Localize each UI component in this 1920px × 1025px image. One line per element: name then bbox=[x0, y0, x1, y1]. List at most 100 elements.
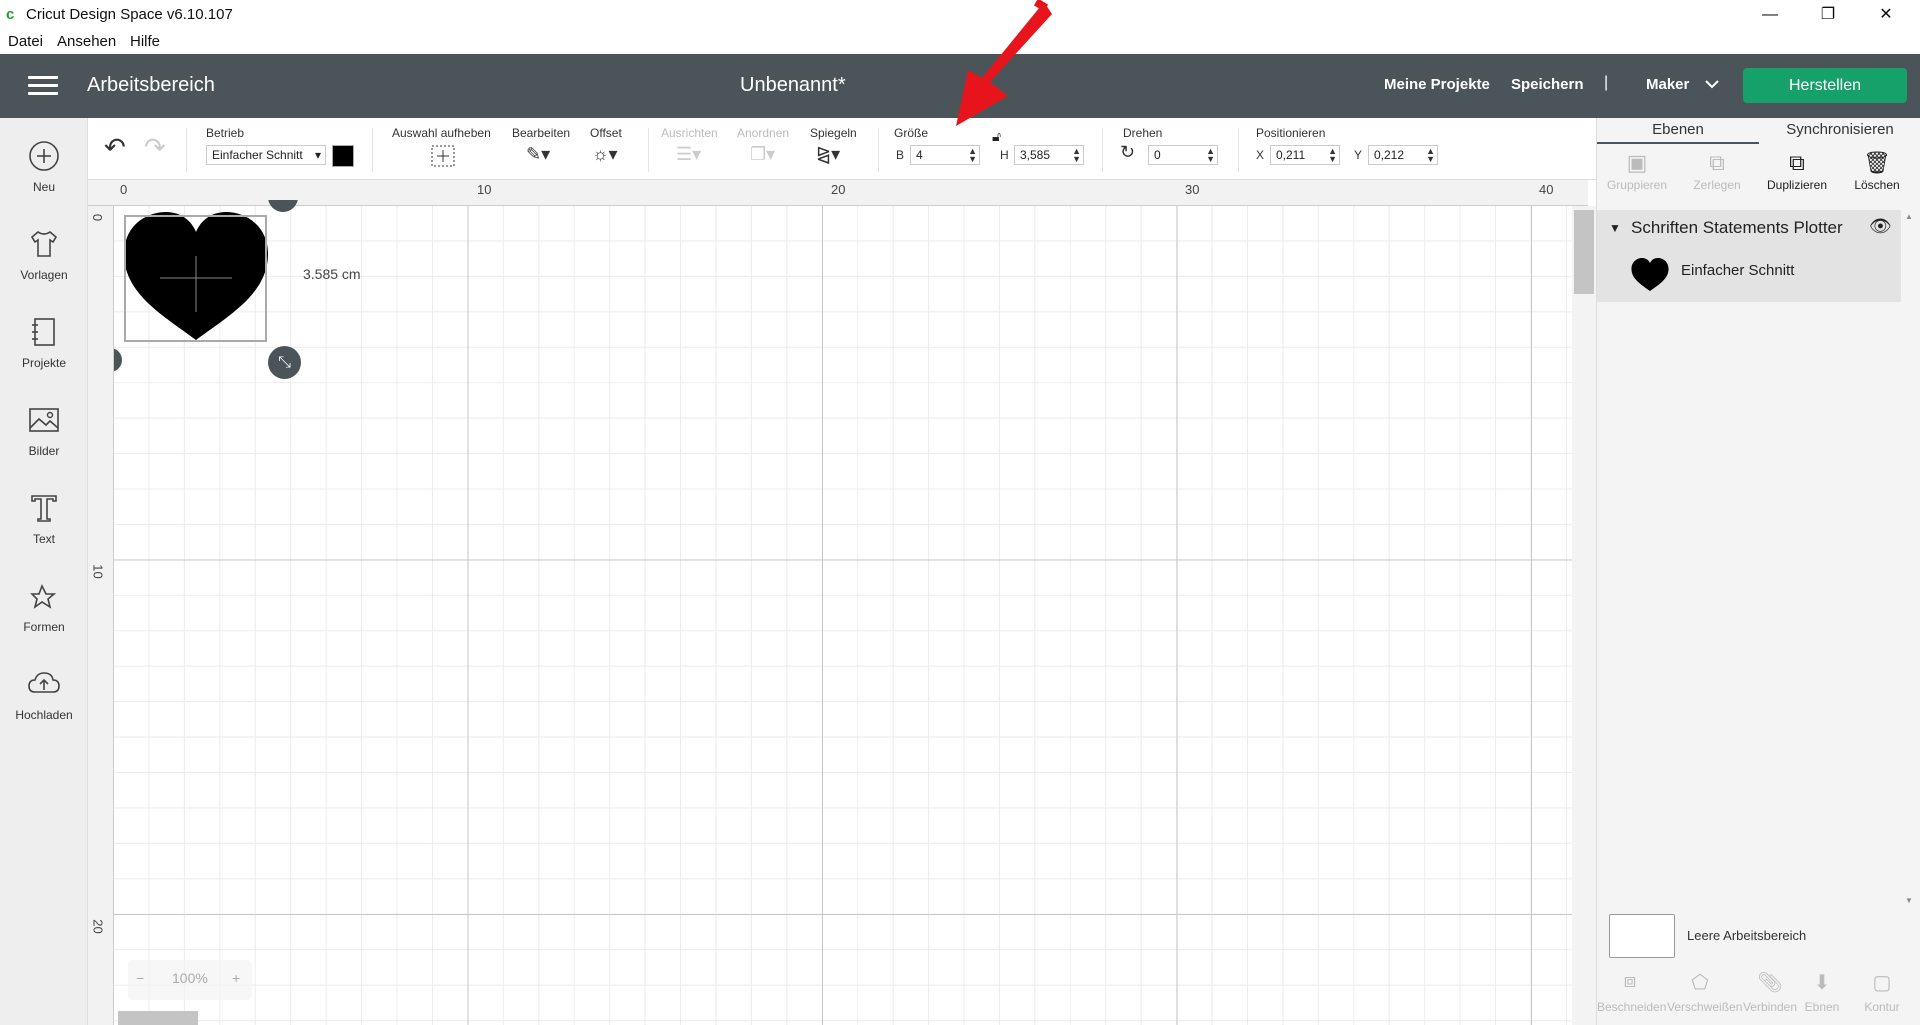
flip-icon[interactable]: ⧎▾ bbox=[816, 144, 840, 165]
my-projects-link[interactable]: Meine Projekte bbox=[1384, 76, 1490, 93]
blank-canvas-label: Leere Arbeitsbereich bbox=[1687, 928, 1807, 943]
ungroup-button[interactable]: ⧉ Zerlegen bbox=[1677, 148, 1757, 202]
align-icon[interactable]: ☰▾ bbox=[676, 144, 701, 165]
layers-scrollbar[interactable]: ▲ ▼ bbox=[1901, 210, 1919, 910]
toolbar-divider bbox=[1238, 128, 1239, 172]
resize-handle-icon[interactable]: ⤡ bbox=[268, 346, 301, 379]
nav-templates[interactable]: Vorlagen bbox=[0, 214, 88, 294]
trash-icon: 🗑︎ bbox=[1863, 150, 1891, 175]
menu-datei[interactable]: Datei bbox=[8, 33, 43, 50]
weld-button[interactable]: ⬠ Verschweißen bbox=[1667, 970, 1742, 1014]
flatten-button[interactable]: ⬇ Ebnen bbox=[1797, 970, 1847, 1014]
vertical-scrollbar[interactable] bbox=[1572, 206, 1596, 1025]
height-label: H bbox=[1000, 148, 1009, 162]
y-label: Y bbox=[1354, 148, 1363, 162]
toolbar-divider bbox=[1102, 128, 1103, 172]
arrange-icon[interactable]: ❐▾ bbox=[750, 144, 775, 165]
eye-icon[interactable]: 👁︎ bbox=[1869, 216, 1892, 237]
close-button[interactable]: ✕ bbox=[1858, 2, 1914, 28]
y-input[interactable]: 0,212 ▲ ▼ bbox=[1368, 145, 1438, 165]
contour-button[interactable]: ▢ Kontur bbox=[1849, 970, 1915, 1014]
title-bar: c Cricut Design Space v6.10.107 — ❐ ✕ bbox=[0, 0, 1920, 30]
menu-bar: Datei Ansehen Hilfe bbox=[0, 30, 1920, 54]
blank-canvas-swatch[interactable] bbox=[1609, 914, 1675, 958]
zoom-out-button[interactable]: − bbox=[136, 970, 144, 986]
rotate-input[interactable]: 0 ▲ ▼ bbox=[1148, 145, 1218, 165]
save-link[interactable]: Speichern bbox=[1511, 76, 1584, 93]
x-input[interactable]: 0,211 ▲ ▼ bbox=[1270, 145, 1340, 165]
text-icon bbox=[31, 495, 57, 522]
menu-ansehen[interactable]: Ansehen bbox=[57, 33, 116, 50]
duplicate-button[interactable]: ⧉ Duplizieren bbox=[1757, 148, 1837, 202]
delete-handle[interactable] bbox=[268, 200, 298, 212]
flip-label: Spiegeln bbox=[810, 126, 857, 140]
nav-shapes[interactable]: Formen bbox=[0, 566, 88, 646]
flatten-icon: ⬇ bbox=[1813, 972, 1831, 994]
tab-sync[interactable]: Synchronisieren bbox=[1759, 118, 1920, 144]
redo-icon[interactable]: ↷ bbox=[144, 132, 166, 163]
scroll-down-icon[interactable]: ▼ bbox=[1905, 896, 1913, 905]
project-title: Unbenannt* bbox=[740, 74, 846, 96]
group-button[interactable]: ▣ Gruppieren bbox=[1597, 148, 1677, 202]
lock-icon[interactable]: 🔓︎ bbox=[992, 128, 1001, 145]
nav-upload-label: Hochladen bbox=[15, 708, 73, 722]
operation-label: Betrieb bbox=[206, 126, 245, 140]
arrange-label: Anordnen bbox=[737, 126, 790, 140]
header-separator: | bbox=[1604, 74, 1609, 91]
slice-icon: ⧈ bbox=[1623, 970, 1637, 992]
slice-button[interactable]: ⧈ Beschneiden bbox=[1597, 970, 1666, 1014]
scrollbar-thumb[interactable] bbox=[1574, 210, 1594, 294]
y-value: 0,212 bbox=[1374, 148, 1405, 162]
attach-button[interactable]: 📎︎ Verbinden bbox=[1737, 970, 1803, 1014]
selection-box bbox=[124, 215, 267, 342]
tab-layers[interactable]: Ebenen bbox=[1597, 118, 1759, 144]
rotate-icon: ↻ bbox=[1120, 142, 1136, 162]
edit-tools-icon[interactable]: ✎▾ bbox=[526, 144, 550, 165]
scroll-up-icon[interactable]: ▲ bbox=[1905, 212, 1913, 221]
spinner-icon[interactable]: ▲ ▼ bbox=[1206, 147, 1215, 164]
machine-select[interactable]: Maker bbox=[1646, 76, 1720, 93]
layer-name[interactable]: Einfacher Schnitt bbox=[1681, 262, 1794, 279]
x-label: X bbox=[1256, 148, 1265, 162]
contour-icon: ▢ bbox=[1872, 972, 1892, 994]
height-input[interactable]: 3,585 ▲ ▼ bbox=[1014, 145, 1084, 165]
nav-projects-label: Projekte bbox=[21, 356, 67, 370]
hamburger-menu-icon[interactable] bbox=[28, 76, 58, 96]
group-icon: ▣ bbox=[1626, 150, 1648, 175]
zoom-in-button[interactable]: + bbox=[232, 970, 240, 986]
toolbar-divider bbox=[372, 128, 373, 172]
nav-upload[interactable]: Hochladen bbox=[0, 654, 88, 734]
spinner-icon[interactable]: ▲ ▼ bbox=[968, 147, 977, 164]
undo-icon[interactable]: ↶ bbox=[104, 132, 126, 163]
width-label: B bbox=[896, 148, 905, 162]
spinner-icon[interactable]: ▲ ▼ bbox=[1072, 147, 1081, 164]
rotate-value: 0 bbox=[1154, 148, 1161, 162]
caret-down-icon[interactable]: ▼ bbox=[1609, 221, 1621, 235]
rotate-handle[interactable] bbox=[114, 348, 122, 372]
make-button[interactable]: Herstellen bbox=[1743, 68, 1907, 103]
horizontal-scrollbar-thumb[interactable] bbox=[118, 1011, 198, 1025]
operation-select[interactable]: Einfacher Schnitt ▾ bbox=[206, 145, 326, 165]
spinner-icon[interactable]: ▲ ▼ bbox=[1328, 147, 1337, 164]
delete-button[interactable]: 🗑︎ Löschen bbox=[1837, 148, 1917, 202]
nav-projects[interactable]: Projekte bbox=[0, 302, 88, 382]
maximize-button[interactable]: ❐ bbox=[1800, 2, 1856, 28]
width-input[interactable]: 4 ▲ ▼ bbox=[910, 145, 980, 165]
operation-color-swatch[interactable] bbox=[332, 145, 354, 167]
menu-hilfe[interactable]: Hilfe bbox=[130, 33, 160, 50]
offset-icon[interactable]: ☼▾ bbox=[592, 144, 618, 165]
tshirt-icon bbox=[30, 231, 58, 257]
flatten-label: Ebnen bbox=[1804, 1000, 1840, 1014]
layer-group[interactable]: ▼ Schriften Statements Plotter 👁︎ Einfac… bbox=[1597, 210, 1901, 302]
nav-new[interactable]: Neu bbox=[0, 126, 88, 206]
edit-toolbar: ↶ ↷ Betrieb Einfacher Schnitt ▾ Auswahl … bbox=[88, 118, 1596, 180]
x-value: 0,211 bbox=[1276, 148, 1306, 162]
nav-text[interactable]: Text bbox=[0, 478, 88, 558]
spinner-icon[interactable]: ▲ ▼ bbox=[1426, 147, 1435, 164]
deselect-icon[interactable] bbox=[431, 145, 455, 167]
minimize-button[interactable]: — bbox=[1742, 2, 1798, 28]
nav-images[interactable]: Bilder bbox=[0, 390, 88, 470]
design-canvas[interactable] bbox=[114, 206, 1572, 1025]
shapes-icon bbox=[30, 584, 57, 609]
vertical-ruler: 0 10 20 bbox=[88, 206, 114, 1025]
